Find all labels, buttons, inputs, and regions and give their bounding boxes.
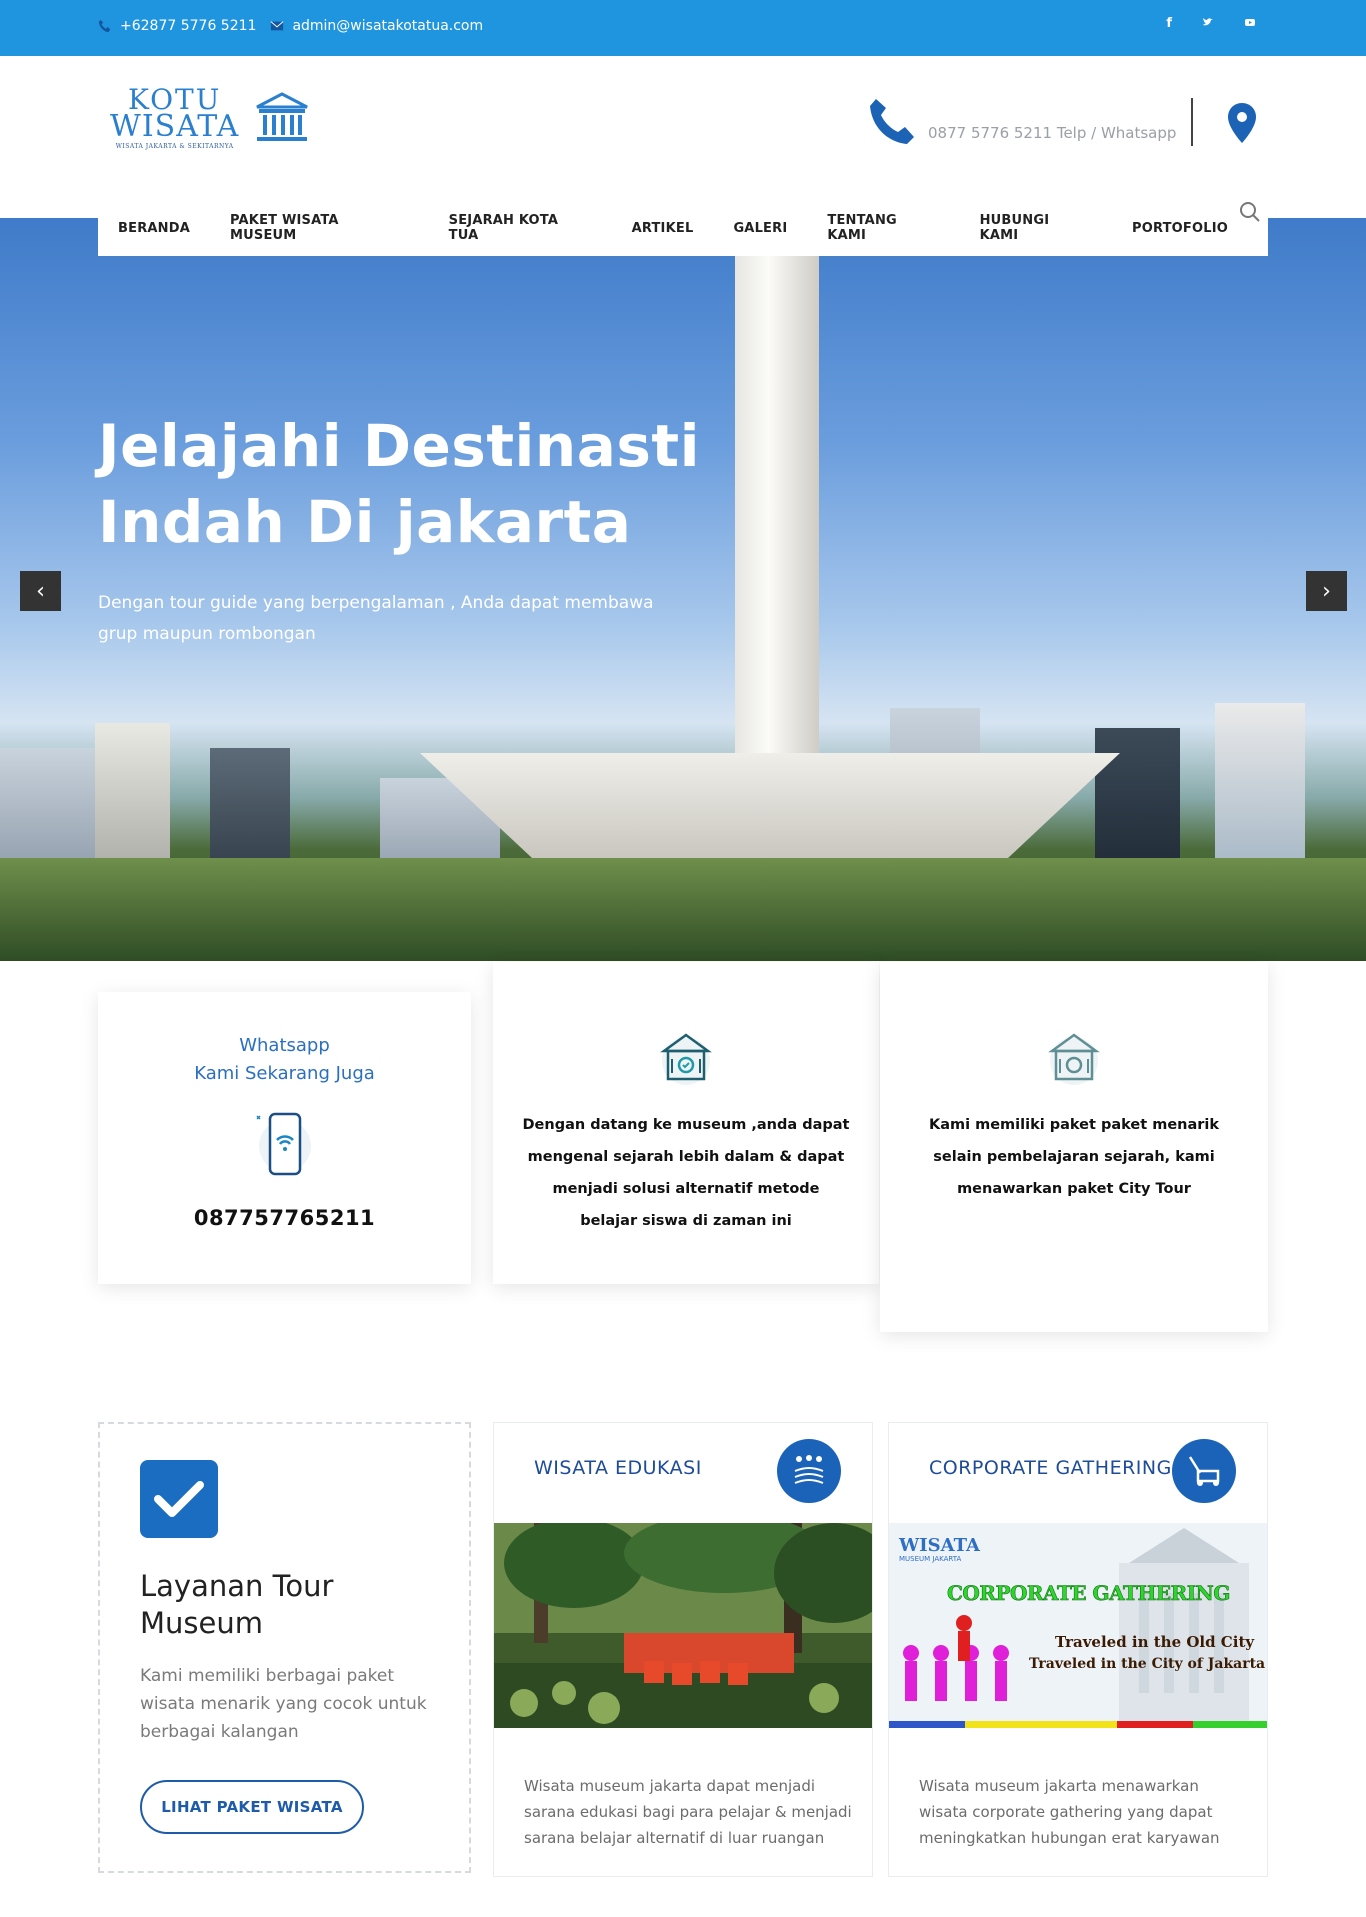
- logo-tagline: WISATA JAKARTA & SEKITARNYA: [115, 143, 234, 150]
- corporate-text: Wisata museum jakarta menawarkan wisata …: [919, 1773, 1259, 1851]
- facebook-icon[interactable]: f: [1166, 16, 1172, 31]
- corporate-card[interactable]: CORPORATE GATHERING WISATA MUSEUM JAKART…: [888, 1422, 1268, 1877]
- banner-logo: WISATA: [899, 1535, 980, 1556]
- top-phone[interactable]: +62877 5776 5211: [120, 18, 256, 34]
- banner-line2: Traveled in the City of Jakarta: [1029, 1656, 1266, 1672]
- museum-info-line: belajar siswa di zaman ini: [580, 1213, 792, 1229]
- top-bar: +62877 5776 5211 admin@wisatakotatua.com…: [0, 0, 1366, 56]
- checkmark-icon: [140, 1460, 218, 1538]
- edukasi-text: Wisata museum jakarta dapat menjadi sara…: [524, 1773, 864, 1851]
- edukasi-line: sarana edukasi bagi para pelajar & menja…: [524, 1803, 852, 1821]
- phone-icon: [98, 19, 111, 33]
- service-intro-line: berbagai kalangan: [140, 1722, 299, 1742]
- service-intro-title-line1: Layanan Tour: [140, 1569, 334, 1603]
- museum-building-icon: [1048, 1033, 1100, 1085]
- hero-title: Jelajahi Destinasti Indah Di jakarta: [98, 408, 718, 560]
- edukasi-image: [494, 1523, 872, 1728]
- whatsapp-subtitle: Kami Sekarang Juga: [194, 1063, 375, 1084]
- site-header: KOTU WISATA WISATA JAKARTA & SEKITARNYA …: [0, 56, 1366, 218]
- nav-hubungi-kami[interactable]: HUBUNGI KAMI: [980, 213, 1092, 243]
- hero-slider: Jelajahi Destinasti Indah Di jakarta Den…: [0, 218, 1366, 961]
- whatsapp-title: Whatsapp: [239, 1035, 330, 1056]
- service-intro-title-line2: Museum: [140, 1606, 263, 1640]
- whatsapp-number[interactable]: 087757765211: [98, 1206, 471, 1230]
- twitter-icon[interactable]: [1202, 16, 1214, 28]
- slider-next-button[interactable]: ›: [1306, 571, 1347, 611]
- nav-galeri[interactable]: GALERI: [733, 221, 787, 236]
- hero-subtitle-line1: Dengan tour guide yang berpengalaman , A…: [98, 593, 654, 613]
- lawn-mower-icon: [1172, 1439, 1236, 1503]
- nav-sejarah-kota-tua[interactable]: SEJARAH KOTA TUA: [449, 213, 592, 243]
- citytour-line: menawarkan paket City Tour: [957, 1181, 1191, 1197]
- education-icon: [777, 1439, 841, 1503]
- top-email[interactable]: admin@wisatakotatua.com: [292, 18, 483, 34]
- nav-paket-wisata-museum[interactable]: PAKET WISATA MUSEUM: [230, 213, 409, 243]
- citytour-line: selain pembelajaran sejarah, kami: [933, 1149, 1215, 1165]
- smartphone-wifi-icon: [255, 1112, 311, 1176]
- hero-grass: [0, 858, 1366, 961]
- corporate-title[interactable]: CORPORATE GATHERING: [929, 1457, 1172, 1479]
- service-intro-line: wisata menarik yang cocok untuk: [140, 1694, 427, 1714]
- citytour-text: Kami memiliki paket paket menarik selain…: [880, 1109, 1268, 1205]
- hero-subtitle: Dengan tour guide yang berpengalaman , A…: [98, 588, 658, 650]
- corporate-line: wisata corporate gathering yang dapat: [919, 1803, 1213, 1821]
- museum-building-icon: [256, 92, 308, 141]
- hero-title-line2: Indah Di jakarta: [98, 488, 632, 556]
- banner-logo-sub: MUSEUM JAKARTA: [899, 1555, 962, 1563]
- header-phone[interactable]: 0877 5776 5211 Telp / Whatsapp: [868, 96, 1176, 146]
- museum-info-line: mengenal sejarah lebih dalam & dapat: [527, 1149, 845, 1165]
- nav-tentang-kami[interactable]: TENTANG KAMI: [827, 213, 939, 243]
- banner-line1: Traveled in the Old City: [1055, 1633, 1255, 1651]
- top-contact: +62877 5776 5211 admin@wisatakotatua.com: [98, 18, 483, 34]
- edukasi-line: Wisata museum jakarta dapat menjadi: [524, 1777, 816, 1795]
- search-icon[interactable]: [1238, 200, 1262, 224]
- location-pin-icon[interactable]: [1226, 102, 1258, 144]
- museum-info-card: Dengan datang ke museum ,anda dapat meng…: [493, 962, 879, 1284]
- museum-info-text: Dengan datang ke museum ,anda dapat meng…: [493, 1109, 879, 1237]
- social-links: f: [1166, 16, 1256, 31]
- service-intro-text: Kami memiliki berbagai paket wisata mena…: [140, 1662, 440, 1746]
- hero-subtitle-line2: grup maupun rombongan: [98, 624, 316, 644]
- header-phone-text: 0877 5776 5211 Telp / Whatsapp: [928, 124, 1177, 142]
- museum-info-line: menjadi solusi alternatif metode: [552, 1181, 820, 1197]
- logo-text: KOTU WISATA WISATA JAKARTA & SEKITARNYA: [110, 86, 239, 150]
- nav-portofolio[interactable]: PORTOFOLIO: [1132, 221, 1228, 236]
- header-divider: [1191, 98, 1193, 146]
- email-icon: [271, 21, 284, 31]
- tour-service-intro: Layanan Tour Museum Kami memiliki berbag…: [98, 1422, 471, 1873]
- site-logo[interactable]: KOTU WISATA WISATA JAKARTA & SEKITARNYA: [110, 86, 311, 150]
- banner-title: CORPORATE GATHERING: [947, 1581, 1231, 1606]
- whatsapp-card: Whatsapp Kami Sekarang Juga 087757765211: [98, 992, 471, 1284]
- view-packages-button[interactable]: LIHAT PAKET WISATA: [140, 1780, 364, 1834]
- museum-info-line: Dengan datang ke museum ,anda dapat: [522, 1117, 850, 1133]
- nav-beranda[interactable]: BERANDA: [118, 221, 190, 236]
- slider-prev-button[interactable]: ‹: [20, 571, 61, 611]
- hero-title-line1: Jelajahi Destinasti: [98, 412, 700, 480]
- youtube-icon[interactable]: [1244, 16, 1256, 28]
- museum-building-icon: [660, 1033, 712, 1085]
- citytour-card: Kami memiliki paket paket menarik selain…: [880, 962, 1268, 1332]
- main-nav: BERANDA PAKET WISATA MUSEUM SEJARAH KOTA…: [98, 200, 1268, 256]
- corporate-line: meningkatkan hubungan erat karyawan: [919, 1829, 1220, 1847]
- phone-icon: [870, 99, 914, 144]
- service-intro-line: Kami memiliki berbagai paket: [140, 1666, 395, 1686]
- nav-artikel[interactable]: ARTIKEL: [632, 221, 694, 236]
- corporate-banner: WISATA MUSEUM JAKARTA CORPORATE GATHERIN…: [889, 1523, 1267, 1728]
- logo-line2: WISATA: [110, 109, 240, 144]
- service-intro-title: Layanan Tour Museum: [140, 1568, 440, 1642]
- monument-tower: [735, 218, 819, 768]
- corporate-line: Wisata museum jakarta menawarkan: [919, 1777, 1199, 1795]
- edukasi-card[interactable]: WISATA EDUKASI Wisata museum jakarta dap…: [493, 1422, 873, 1877]
- edukasi-title[interactable]: WISATA EDUKASI: [534, 1457, 702, 1479]
- citytour-line: Kami memiliki paket paket menarik: [928, 1117, 1220, 1133]
- edukasi-line: sarana belajar alternatif di luar ruanga…: [524, 1829, 825, 1847]
